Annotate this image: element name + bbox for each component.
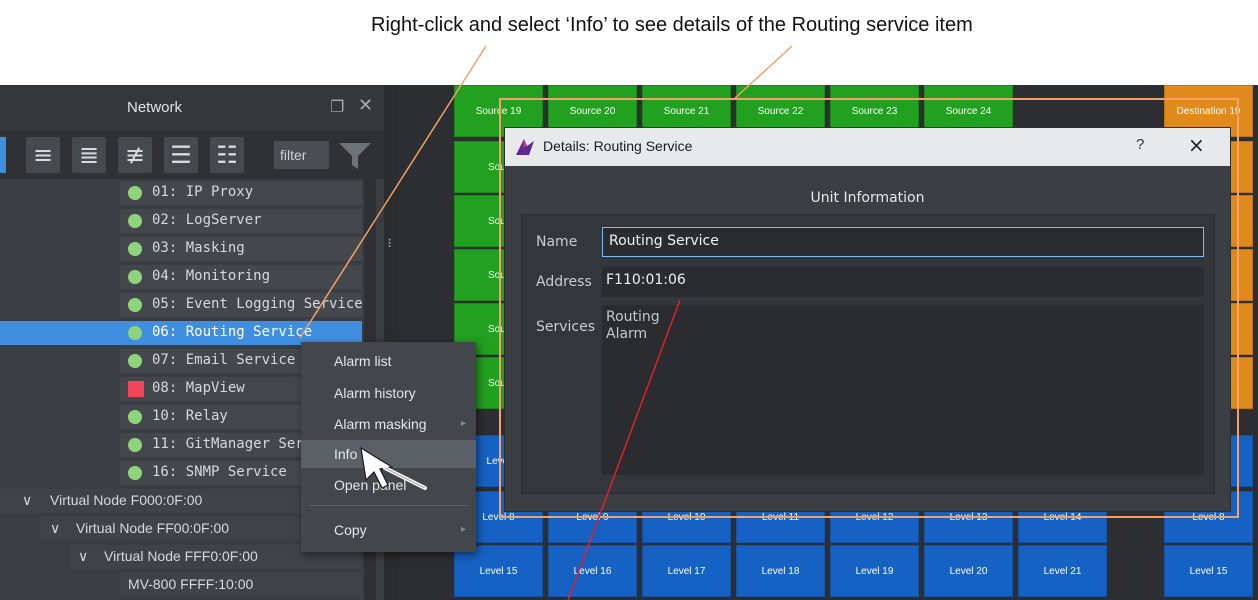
close-panel-icon[interactable]: ✕ <box>358 95 373 116</box>
network-toolbar: ≡ ≣ ≢ ☰ ☷ filter <box>0 131 385 179</box>
chevron-down-icon[interactable]: ∨ <box>50 520 60 537</box>
collapse-all-icon[interactable]: ☰ <box>164 137 198 173</box>
status-ok-icon <box>128 438 142 452</box>
submenu-arrow-icon: ▸ <box>461 524 467 535</box>
status-ok-icon <box>128 354 142 368</box>
services-label: Services <box>536 319 596 335</box>
collapse-tree-icon[interactable]: ≣ <box>72 137 106 173</box>
level-tile[interactable]: Level 15 <box>1164 545 1253 597</box>
context-menu: Alarm list Alarm history Alarm masking ▸ … <box>301 342 476 552</box>
dialog-titlebar[interactable]: Details: Routing Service ? × <box>505 128 1230 166</box>
active-tool-indicator <box>0 137 6 173</box>
menu-item-alarm-masking[interactable]: Alarm masking ▸ <box>301 410 476 438</box>
menu-item-copy[interactable]: Copy ▸ <box>301 516 476 544</box>
name-field[interactable]: Routing Service <box>602 227 1204 257</box>
network-panel-header: Network ❐ ✕ <box>0 85 385 131</box>
service-item: Alarm <box>606 326 648 342</box>
network-panel-title: Network <box>127 99 183 116</box>
level-tile[interactable]: Level 20 <box>924 545 1013 597</box>
tree-item-logserver[interactable]: 02: LogServer <box>0 207 362 235</box>
level-tile[interactable]: Level 18 <box>736 545 825 597</box>
status-ok-icon <box>128 410 142 424</box>
filter-funnel-icon[interactable] <box>337 141 373 171</box>
menu-item-alarm-history[interactable]: Alarm history <box>301 379 476 407</box>
filter-input[interactable]: filter <box>274 141 329 169</box>
status-ok-icon <box>128 214 142 228</box>
submenu-arrow-icon: ▸ <box>461 418 467 429</box>
services-list[interactable]: Routing Alarm <box>602 305 1204 475</box>
name-label: Name <box>536 234 578 250</box>
close-dialog-button[interactable]: × <box>1188 133 1205 157</box>
details-dialog: Details: Routing Service ? × Unit Inform… <box>505 128 1230 511</box>
level-tile[interactable]: Level 15 <box>454 545 543 597</box>
app-logo-icon <box>516 139 534 155</box>
annotation-caption-text: Right-click and select ‘Info’ to see det… <box>371 14 973 36</box>
help-button[interactable]: ? <box>1136 136 1144 153</box>
status-ok-icon <box>128 326 142 340</box>
status-ok-icon <box>128 242 142 256</box>
unit-info-panel: Name Routing Service Address F110:01:06 … <box>521 214 1215 494</box>
level-tile[interactable]: Level 19 <box>830 545 919 597</box>
tree-item-masking[interactable]: 03: Masking <box>0 235 362 263</box>
status-ok-icon <box>128 186 142 200</box>
tree-item-ip-proxy[interactable]: 01: IP Proxy <box>0 179 362 207</box>
status-ok-icon <box>128 466 142 480</box>
expand-all-icon[interactable]: ≢ <box>118 137 152 173</box>
view-list-icon[interactable]: ☷ <box>210 137 244 173</box>
menu-separator <box>309 505 468 506</box>
annotation-caption: Right-click and select ‘Info’ to see det… <box>0 14 1258 44</box>
status-ok-icon <box>128 298 142 312</box>
chevron-down-icon[interactable]: ∨ <box>78 548 88 565</box>
chevron-down-icon[interactable]: ∨ <box>22 492 32 509</box>
grip-dots-icon: ⠇ <box>387 237 396 251</box>
status-alarm-icon <box>128 381 144 397</box>
address-field[interactable]: F110:01:06 <box>602 267 1204 297</box>
undock-icon[interactable]: ❐ <box>330 97 344 116</box>
status-ok-icon <box>128 270 142 284</box>
tree-item-monitoring[interactable]: 04: Monitoring <box>0 263 362 291</box>
menu-item-open-panel[interactable]: Open panel <box>301 471 476 499</box>
level-tile[interactable]: Level 21 <box>1018 545 1107 597</box>
dialog-title: Details: Routing Service <box>543 138 693 154</box>
service-item: Routing <box>606 309 660 325</box>
section-heading: Unit Information <box>810 190 925 206</box>
menu-item-alarm-list[interactable]: Alarm list <box>301 347 476 375</box>
menu-item-info[interactable]: Info <box>301 440 476 468</box>
expand-tree-icon[interactable]: ≡ <box>26 137 60 173</box>
tree-item-event-logging-service[interactable]: 05: Event Logging Service <box>0 291 363 319</box>
level-tile[interactable]: Level 17 <box>642 545 731 597</box>
level-tile[interactable]: Level 16 <box>548 545 637 597</box>
address-label: Address <box>536 274 592 290</box>
tree-node-mv800[interactable]: MV-800 FFFF:10:00 <box>0 571 362 599</box>
